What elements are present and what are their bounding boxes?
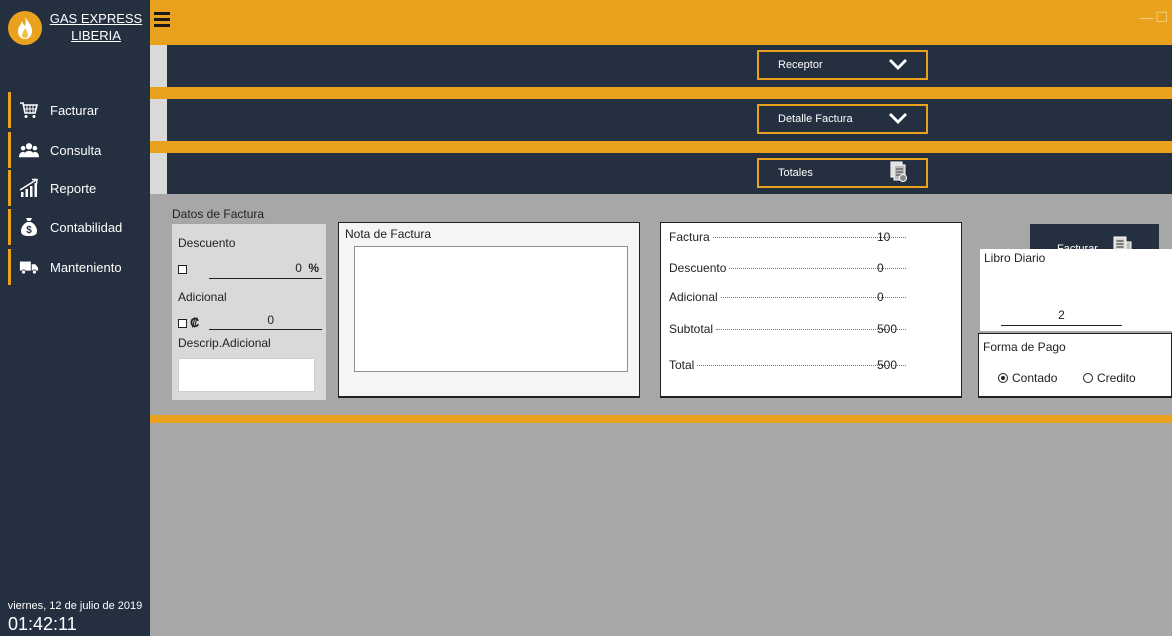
total-row-descuento: Descuento [669, 261, 909, 275]
sidebar-item-manteniento[interactable]: Manteniento [8, 249, 150, 285]
sidebar-item-label: Contabilidad [50, 219, 123, 235]
descuento-field[interactable]: 0 % [209, 261, 322, 279]
minimize-icon[interactable]: — [1139, 9, 1155, 25]
gold-divider [150, 415, 1172, 423]
adicional-checkbox[interactable] [178, 319, 187, 328]
descuento-value: 0 [295, 261, 302, 275]
radio-selected-icon [998, 373, 1008, 383]
section-stub [150, 45, 167, 87]
window-controls: —☐ [1139, 9, 1170, 26]
brand-line1: GAS EXPRESS [49, 11, 143, 26]
gold-divider [150, 87, 1172, 99]
totals-panel: Factura 10 Descuento 0 Adicional 0 Subto… [660, 222, 962, 398]
forma-de-pago-label: Forma de Pago [983, 340, 1066, 354]
totales-label: Totales [778, 167, 813, 179]
total-row-value: 0 [877, 290, 884, 304]
total-row-label: Descuento [669, 261, 727, 275]
libro-diario-label: Libro Diario [984, 251, 1046, 265]
sidebar-item-label: Reporte [50, 180, 97, 196]
svg-text:$: $ [26, 225, 32, 236]
chart-icon [19, 178, 39, 198]
libro-diario-field[interactable]: 2 [1001, 308, 1122, 326]
nota-factura-panel: Nota de Factura [338, 222, 640, 398]
users-icon [19, 140, 39, 160]
brand-line2: LIBERIA [71, 28, 121, 43]
chevron-down-icon [888, 58, 908, 73]
adicional-field[interactable]: 0 [209, 313, 322, 330]
descuento-label: Descuento [178, 236, 236, 250]
nota-factura-title: Nota de Factura [345, 227, 432, 241]
brand-name[interactable]: GAS EXPRESS LIBERIA [47, 10, 145, 44]
datos-factura-title: Datos de Factura [172, 207, 265, 221]
adicional-label: Adicional [178, 290, 227, 304]
sidebar-item-consulta[interactable]: Consulta [8, 132, 150, 168]
libro-diario-panel: Libro Diario 2 [980, 249, 1172, 331]
total-row-total: Total [669, 358, 909, 372]
descrip-adicional-label: Descrip.Adicional [178, 336, 271, 350]
flame-logo-icon [8, 11, 42, 45]
truck-icon [19, 257, 39, 277]
total-row-label: Total [669, 358, 695, 372]
document-icon [890, 161, 908, 186]
adicional-value: 0 [267, 313, 274, 327]
sidebar-item-label: Manteniento [50, 259, 122, 275]
money-bag-icon: $ [19, 217, 39, 237]
detalle-section: Detalle Factura [150, 99, 1172, 141]
receptor-toggle-button[interactable]: Receptor [757, 50, 928, 80]
contado-radio[interactable]: Contado [998, 371, 1057, 385]
totales-section: Totales [150, 153, 1172, 194]
sidebar-item-reporte[interactable]: Reporte [8, 170, 150, 206]
total-row-value: 10 [877, 230, 891, 244]
chevron-down-icon [888, 112, 908, 127]
total-row-value: 500 [877, 322, 898, 336]
descrip-adicional-input[interactable] [178, 358, 315, 392]
detalle-label: Detalle Factura [778, 113, 853, 125]
descuento-checkbox[interactable] [178, 265, 187, 274]
forma-de-pago-panel: Forma de Pago Contado Credito [978, 333, 1172, 398]
sidebar-item-label: Facturar [50, 102, 99, 118]
nota-factura-textarea[interactable] [354, 246, 628, 372]
libro-diario-value: 2 [1058, 308, 1065, 322]
credito-radio[interactable]: Credito [1083, 371, 1136, 385]
receptor-section: Receptor [150, 45, 1172, 87]
date-label: viernes, 12 de julio de 2019 [7, 600, 143, 612]
total-row-subtotal: Subtotal [669, 322, 909, 336]
radio-unselected-icon [1083, 373, 1093, 383]
gold-divider [150, 141, 1172, 153]
credito-label: Credito [1097, 371, 1136, 385]
total-row-label: Factura [669, 230, 710, 244]
totales-toggle-button[interactable]: Totales [757, 158, 928, 188]
receptor-label: Receptor [778, 59, 823, 71]
total-row-adicional: Adicional [669, 290, 909, 304]
section-stub [150, 99, 167, 141]
app-window: GAS EXPRESS LIBERIA Facturar Consulta Re… [0, 0, 1172, 636]
total-row-value: 0 [877, 261, 884, 275]
top-bar: —☐ [150, 0, 1172, 45]
detalle-factura-toggle-button[interactable]: Detalle Factura [757, 104, 928, 134]
hamburger-menu-icon[interactable] [154, 12, 170, 27]
contado-label: Contado [1012, 371, 1058, 385]
cart-icon [19, 100, 39, 120]
sidebar-item-label: Consulta [50, 142, 102, 158]
clock-label: 01:42:11 [8, 614, 77, 634]
datos-factura-panel: Descuento 0 % Adicional ₡ 0 Descrip.Adic… [172, 224, 326, 400]
percent-unit: % [308, 261, 319, 275]
sidebar: GAS EXPRESS LIBERIA Facturar Consulta Re… [0, 0, 150, 636]
section-stub [150, 153, 167, 194]
sidebar-item-facturar[interactable]: Facturar [8, 92, 150, 128]
total-row-factura: Factura [669, 230, 909, 244]
total-row-label: Subtotal [669, 322, 714, 336]
sidebar-item-contabilidad[interactable]: $ Contabilidad [8, 209, 150, 245]
maximize-icon[interactable]: ☐ [1155, 9, 1170, 25]
total-row-value: 500 [877, 358, 898, 372]
total-row-label: Adicional [669, 290, 718, 304]
colon-currency-icon: ₡ [190, 315, 200, 330]
